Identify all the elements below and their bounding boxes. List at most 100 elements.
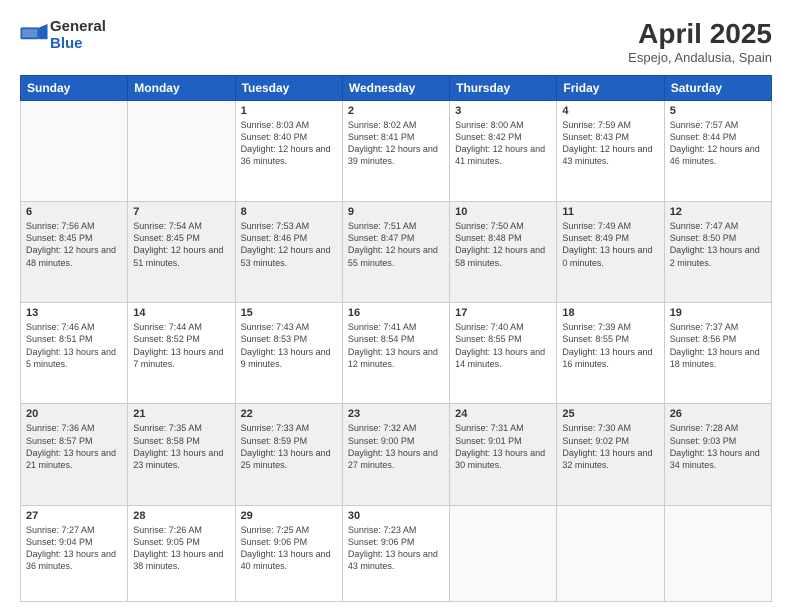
day-number: 7 bbox=[133, 206, 229, 218]
table-row: 19 Sunrise: 7:37 AM Sunset: 8:56 PM Dayli… bbox=[664, 303, 771, 404]
title-block: April 2025 Espejo, Andalusia, Spain bbox=[628, 18, 772, 65]
table-row: 28 Sunrise: 7:26 AM Sunset: 9:05 PM Dayli… bbox=[128, 505, 235, 602]
day-number: 10 bbox=[455, 206, 551, 218]
col-sunday: Sunday bbox=[21, 76, 128, 101]
day-info: Sunrise: 7:32 AM Sunset: 9:00 PM Dayligh… bbox=[348, 422, 444, 471]
table-row: 8 Sunrise: 7:53 AM Sunset: 8:46 PM Daylig… bbox=[235, 202, 342, 303]
day-number: 22 bbox=[241, 408, 337, 420]
table-row: 18 Sunrise: 7:39 AM Sunset: 8:55 PM Dayli… bbox=[557, 303, 664, 404]
table-row: 22 Sunrise: 7:33 AM Sunset: 8:59 PM Dayli… bbox=[235, 404, 342, 505]
day-info: Sunrise: 7:50 AM Sunset: 8:48 PM Dayligh… bbox=[455, 220, 551, 269]
table-row: 25 Sunrise: 7:30 AM Sunset: 9:02 PM Dayli… bbox=[557, 404, 664, 505]
day-info: Sunrise: 7:41 AM Sunset: 8:54 PM Dayligh… bbox=[348, 321, 444, 370]
day-number: 28 bbox=[133, 510, 229, 522]
table-row: 5 Sunrise: 7:57 AM Sunset: 8:44 PM Daylig… bbox=[664, 101, 771, 202]
day-number: 23 bbox=[348, 408, 444, 420]
day-number: 11 bbox=[562, 206, 658, 218]
day-info: Sunrise: 7:25 AM Sunset: 9:06 PM Dayligh… bbox=[241, 524, 337, 573]
day-number: 18 bbox=[562, 307, 658, 319]
table-row: 9 Sunrise: 7:51 AM Sunset: 8:47 PM Daylig… bbox=[342, 202, 449, 303]
day-number: 21 bbox=[133, 408, 229, 420]
table-row: 23 Sunrise: 7:32 AM Sunset: 9:00 PM Dayli… bbox=[342, 404, 449, 505]
header: General Blue April 2025 Espejo, Andalusi… bbox=[20, 18, 772, 65]
day-number: 6 bbox=[26, 206, 122, 218]
table-row: 4 Sunrise: 7:59 AM Sunset: 8:43 PM Daylig… bbox=[557, 101, 664, 202]
logo-icon bbox=[20, 24, 48, 46]
calendar-subtitle: Espejo, Andalusia, Spain bbox=[628, 50, 772, 65]
day-info: Sunrise: 7:54 AM Sunset: 8:45 PM Dayligh… bbox=[133, 220, 229, 269]
day-number: 1 bbox=[241, 105, 337, 117]
table-row: 27 Sunrise: 7:27 AM Sunset: 9:04 PM Dayli… bbox=[21, 505, 128, 602]
day-number: 4 bbox=[562, 105, 658, 117]
col-monday: Monday bbox=[128, 76, 235, 101]
table-row: 1 Sunrise: 8:03 AM Sunset: 8:40 PM Daylig… bbox=[235, 101, 342, 202]
day-info: Sunrise: 7:37 AM Sunset: 8:56 PM Dayligh… bbox=[670, 321, 766, 370]
table-row: 26 Sunrise: 7:28 AM Sunset: 9:03 PM Dayli… bbox=[664, 404, 771, 505]
day-info: Sunrise: 7:53 AM Sunset: 8:46 PM Dayligh… bbox=[241, 220, 337, 269]
day-info: Sunrise: 8:02 AM Sunset: 8:41 PM Dayligh… bbox=[348, 119, 444, 168]
day-number: 14 bbox=[133, 307, 229, 319]
day-number: 5 bbox=[670, 105, 766, 117]
day-number: 2 bbox=[348, 105, 444, 117]
day-number: 24 bbox=[455, 408, 551, 420]
day-number: 15 bbox=[241, 307, 337, 319]
day-info: Sunrise: 7:43 AM Sunset: 8:53 PM Dayligh… bbox=[241, 321, 337, 370]
day-info: Sunrise: 7:28 AM Sunset: 9:03 PM Dayligh… bbox=[670, 422, 766, 471]
day-info: Sunrise: 7:57 AM Sunset: 8:44 PM Dayligh… bbox=[670, 119, 766, 168]
table-row: 12Sunrise: 7:47 AM Sunset: 8:50 PM Dayli… bbox=[664, 202, 771, 303]
day-number: 30 bbox=[348, 510, 444, 522]
day-number: 29 bbox=[241, 510, 337, 522]
day-info: Sunrise: 7:39 AM Sunset: 8:55 PM Dayligh… bbox=[562, 321, 658, 370]
calendar-table: Sunday Monday Tuesday Wednesday Thursday… bbox=[20, 75, 772, 602]
table-row: 2 Sunrise: 8:02 AM Sunset: 8:41 PM Daylig… bbox=[342, 101, 449, 202]
table-row: 21 Sunrise: 7:35 AM Sunset: 8:58 PM Dayli… bbox=[128, 404, 235, 505]
day-number: 13 bbox=[26, 307, 122, 319]
day-number: 9 bbox=[348, 206, 444, 218]
table-row: 13 Sunrise: 7:46 AM Sunset: 8:51 PM Dayli… bbox=[21, 303, 128, 404]
table-row: 20 Sunrise: 7:36 AM Sunset: 8:57 PM Dayli… bbox=[21, 404, 128, 505]
calendar-title: April 2025 bbox=[628, 18, 772, 50]
col-saturday: Saturday bbox=[664, 76, 771, 101]
day-number: 8 bbox=[241, 206, 337, 218]
day-info: Sunrise: 7:31 AM Sunset: 9:01 PM Dayligh… bbox=[455, 422, 551, 471]
day-info: Sunrise: 7:56 AM Sunset: 8:45 PM Dayligh… bbox=[26, 220, 122, 269]
day-info: Sunrise: 8:03 AM Sunset: 8:40 PM Dayligh… bbox=[241, 119, 337, 168]
table-row: 29 Sunrise: 7:25 AM Sunset: 9:06 PM Dayli… bbox=[235, 505, 342, 602]
day-info: Sunrise: 7:27 AM Sunset: 9:04 PM Dayligh… bbox=[26, 524, 122, 573]
col-wednesday: Wednesday bbox=[342, 76, 449, 101]
day-info: Sunrise: 7:46 AM Sunset: 8:51 PM Dayligh… bbox=[26, 321, 122, 370]
day-info: Sunrise: 7:26 AM Sunset: 9:05 PM Dayligh… bbox=[133, 524, 229, 573]
table-row: 6 Sunrise: 7:56 AM Sunset: 8:45 PM Daylig… bbox=[21, 202, 128, 303]
day-number: 19 bbox=[670, 307, 766, 319]
table-row: 17Sunrise: 7:40 AM Sunset: 8:55 PM Dayli… bbox=[450, 303, 557, 404]
day-number: 25 bbox=[562, 408, 658, 420]
table-row: 16 Sunrise: 7:41 AM Sunset: 8:54 PM Dayli… bbox=[342, 303, 449, 404]
table-row bbox=[664, 505, 771, 602]
day-info: Sunrise: 7:30 AM Sunset: 9:02 PM Dayligh… bbox=[562, 422, 658, 471]
logo: General Blue bbox=[20, 18, 106, 52]
day-info: Sunrise: 7:33 AM Sunset: 8:59 PM Dayligh… bbox=[241, 422, 337, 471]
day-info: Sunrise: 7:23 AM Sunset: 9:06 PM Dayligh… bbox=[348, 524, 444, 573]
day-number: 26 bbox=[670, 408, 766, 420]
day-info: Sunrise: 7:59 AM Sunset: 8:43 PM Dayligh… bbox=[562, 119, 658, 168]
calendar-header-row: Sunday Monday Tuesday Wednesday Thursday… bbox=[21, 76, 772, 101]
table-row: 14Sunrise: 7:44 AM Sunset: 8:52 PM Dayli… bbox=[128, 303, 235, 404]
table-row: 7 Sunrise: 7:54 AM Sunset: 8:45 PM Daylig… bbox=[128, 202, 235, 303]
day-info: Sunrise: 8:00 AM Sunset: 8:42 PM Dayligh… bbox=[455, 119, 551, 168]
day-number: 20 bbox=[26, 408, 122, 420]
table-row: 24 Sunrise: 7:31 AM Sunset: 9:01 PM Dayli… bbox=[450, 404, 557, 505]
table-row bbox=[128, 101, 235, 202]
table-row bbox=[21, 101, 128, 202]
day-number: 17 bbox=[455, 307, 551, 319]
day-info: Sunrise: 7:36 AM Sunset: 8:57 PM Dayligh… bbox=[26, 422, 122, 471]
day-info: Sunrise: 7:35 AM Sunset: 8:58 PM Dayligh… bbox=[133, 422, 229, 471]
table-row: 10 Sunrise: 7:50 AM Sunset: 8:48 PM Dayli… bbox=[450, 202, 557, 303]
day-number: 3 bbox=[455, 105, 551, 117]
day-number: 27 bbox=[26, 510, 122, 522]
col-thursday: Thursday bbox=[450, 76, 557, 101]
logo-text: General Blue bbox=[50, 18, 106, 52]
page: General Blue April 2025 Espejo, Andalusi… bbox=[0, 0, 792, 612]
table-row: 3 Sunrise: 8:00 AM Sunset: 8:42 PM Daylig… bbox=[450, 101, 557, 202]
day-info: Sunrise: 7:51 AM Sunset: 8:47 PM Dayligh… bbox=[348, 220, 444, 269]
day-number: 16 bbox=[348, 307, 444, 319]
